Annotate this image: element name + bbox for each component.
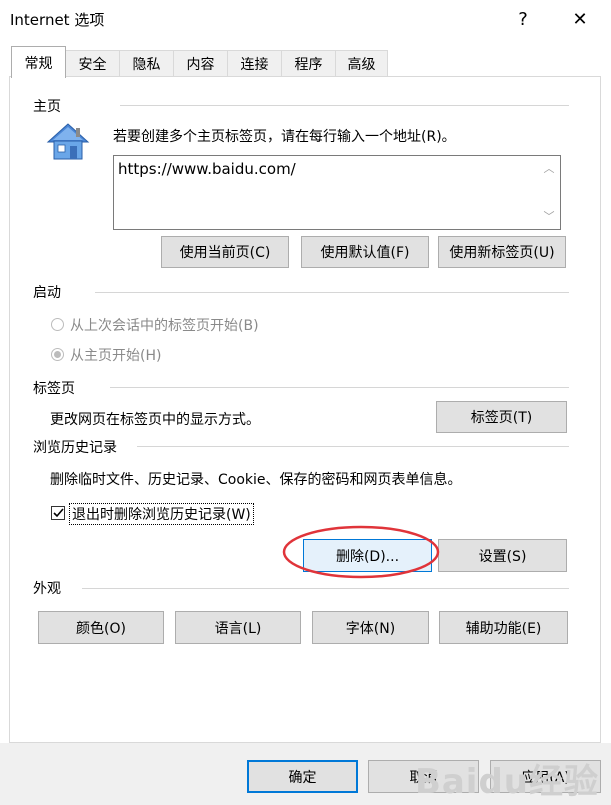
tab-connections[interactable]: 连接 <box>227 50 282 76</box>
delete-on-exit-checkbox[interactable] <box>51 506 65 520</box>
help-button[interactable]: ? <box>500 4 546 34</box>
startup-section-title: 启动 <box>33 285 61 301</box>
radio-home-page-label: 从主页开始(H) <box>70 348 162 364</box>
house-icon <box>45 122 91 162</box>
settings-button[interactable]: 设置(S) <box>438 539 567 572</box>
colors-button[interactable]: 颜色(O) <box>38 611 164 644</box>
ok-button[interactable]: 确定 <box>247 760 358 793</box>
close-button[interactable]: ✕ <box>557 4 603 34</box>
close-icon: ✕ <box>572 8 588 30</box>
window-title: Internet 选项 <box>10 11 105 29</box>
languages-button[interactable]: 语言(L) <box>175 611 301 644</box>
tab-content[interactable]: 内容 <box>173 50 228 76</box>
tabs-divider <box>110 387 569 388</box>
appearance-divider <box>82 588 569 589</box>
home-instruction: 若要创建多个主页标签页，请在每行输入一个地址(R)。 <box>113 129 456 145</box>
check-icon <box>52 508 64 518</box>
history-section-title: 浏览历史记录 <box>33 440 117 456</box>
home-section-title: 主页 <box>33 99 61 115</box>
appearance-section-title: 外观 <box>33 581 61 597</box>
home-divider <box>120 105 569 106</box>
radio-home-page[interactable] <box>51 348 64 361</box>
startup-divider <box>95 292 569 293</box>
use-new-tab-button[interactable]: 使用新标签页(U) <box>438 236 566 268</box>
scroll-up-icon[interactable]: ︿ <box>543 162 555 175</box>
tabs-section-title: 标签页 <box>33 381 75 397</box>
fonts-button[interactable]: 字体(N) <box>312 611 429 644</box>
watermark: Baidu经验 <box>414 762 599 802</box>
scroll-down-icon[interactable]: ﹀ <box>543 210 555 223</box>
annotation-circle <box>282 525 440 579</box>
history-description: 删除临时文件、历史记录、Cookie、保存的密码和网页表单信息。 <box>50 472 462 488</box>
help-icon: ? <box>518 8 528 30</box>
tab-advanced[interactable]: 高级 <box>335 50 388 76</box>
tabs-description: 更改网页在标签页中的显示方式。 <box>50 412 260 428</box>
tabs-button[interactable]: 标签页(T) <box>436 401 567 433</box>
radio-last-session-label: 从上次会话中的标签页开始(B) <box>70 318 259 334</box>
tab-security[interactable]: 安全 <box>65 50 120 76</box>
tab-general[interactable]: 常规 <box>11 46 66 78</box>
home-url-text: https://www.baidu.com/ <box>118 160 296 178</box>
use-default-button[interactable]: 使用默认值(F) <box>301 236 429 268</box>
radio-last-session[interactable] <box>51 318 64 331</box>
accessibility-button[interactable]: 辅助功能(E) <box>439 611 568 644</box>
history-divider <box>137 446 569 447</box>
use-current-button[interactable]: 使用当前页(C) <box>161 236 289 268</box>
title-bar: Internet 选项 ? ✕ <box>0 0 611 40</box>
radio-selected-dot <box>54 351 61 358</box>
tab-programs[interactable]: 程序 <box>281 50 336 76</box>
delete-on-exit-label: 退出时删除浏览历史记录(W) <box>69 503 254 525</box>
tab-privacy[interactable]: 隐私 <box>119 50 174 76</box>
